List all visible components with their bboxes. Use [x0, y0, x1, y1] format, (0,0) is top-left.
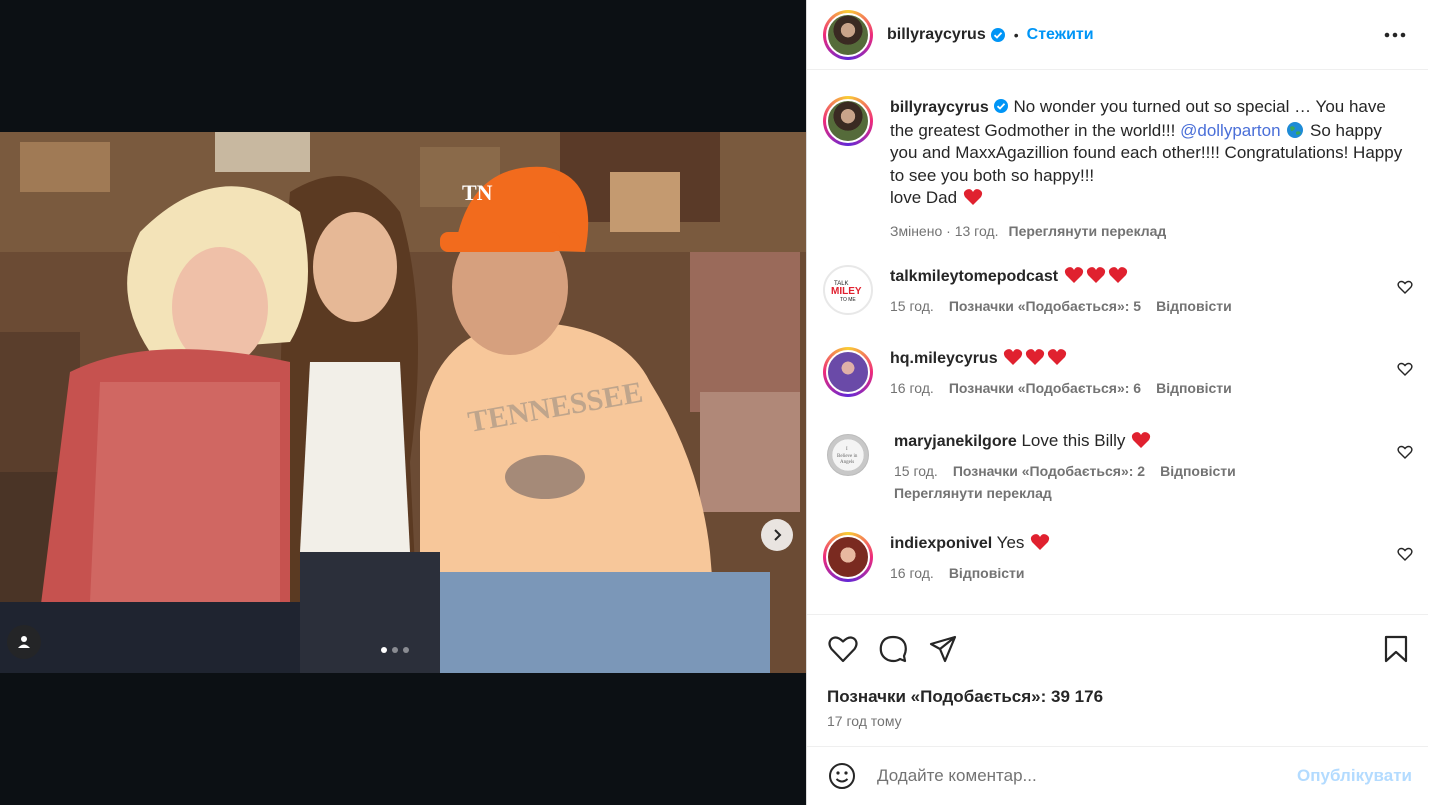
comment-item: I Believe in Angels maryjanekilgore Love…: [823, 430, 1413, 501]
comment-avatar[interactable]: I Believe in Angels: [827, 434, 869, 476]
reply-button[interactable]: Відповісти: [1160, 463, 1236, 479]
comment-likes[interactable]: Позначки «Подобається»: 6: [949, 380, 1141, 396]
comment-time: 15 год.: [894, 463, 938, 479]
media-panel: TN TENNESSEE: [0, 0, 806, 805]
comment-input[interactable]: [877, 766, 1277, 786]
heart-emoji-icon: [1031, 534, 1050, 550]
verified-icon: [993, 99, 1008, 113]
comment-time: 16 год.: [890, 565, 934, 581]
follow-button[interactable]: Стежити: [1027, 26, 1094, 44]
edited-label: Змінено: [890, 222, 943, 239]
svg-text:Believe in: Believe in: [837, 454, 858, 459]
verified-icon: [990, 27, 1005, 42]
reply-button[interactable]: Відповісти: [1156, 380, 1232, 396]
comment-likes[interactable]: Позначки «Подобається»: 2: [953, 463, 1145, 479]
separator: •: [1013, 26, 1019, 43]
comment-like-icon[interactable]: [1397, 444, 1413, 460]
comment-username[interactable]: maryjanekilgore: [894, 433, 1017, 450]
comment-item: indiexponivel Yes 16 год. Відповісти: [823, 532, 1413, 582]
heart-emoji-icon: [1004, 349, 1023, 365]
caption-author-avatar[interactable]: [823, 96, 873, 146]
comment-time: 16 год.: [890, 380, 934, 396]
chevron-right-icon: [774, 529, 782, 541]
author-username[interactable]: billyraycyrus: [887, 26, 986, 44]
carousel-dot: [392, 647, 398, 653]
heart-emoji-icon: [963, 189, 982, 206]
svg-text:Angels: Angels: [840, 460, 854, 465]
add-comment-bar: Опублікувати: [807, 746, 1428, 805]
heart-emoji-icon: [1064, 267, 1083, 283]
comment-text: Love this Billy: [1021, 431, 1126, 450]
user-tag-icon: [18, 636, 30, 648]
share-button[interactable]: [927, 633, 959, 665]
heart-emoji-icon: [1086, 267, 1105, 283]
caption-time: 13 год.: [954, 222, 999, 239]
bookmark-icon: [1384, 635, 1408, 663]
caption-text-3: love Dad: [890, 188, 958, 208]
see-translation-link[interactable]: Переглянути переклад: [894, 485, 1394, 501]
heart-icon: [828, 636, 858, 663]
comment-username[interactable]: hq.mileycyrus: [890, 350, 998, 367]
svg-text:TO ME: TO ME: [840, 297, 856, 303]
carousel-indicator: [381, 647, 409, 653]
save-button[interactable]: [1380, 633, 1412, 665]
like-button[interactable]: [827, 633, 859, 665]
post-photo[interactable]: TN TENNESSEE: [0, 132, 806, 673]
post-actions: Позначки «Подобається»: 39 176 17 год то…: [807, 614, 1428, 746]
comment-time: 15 год.: [890, 298, 934, 314]
comment-item: hq.mileycyrus 16 год. Позначки «Подобаєт…: [823, 347, 1413, 397]
comment-like-icon[interactable]: [1397, 279, 1413, 295]
see-translation-link[interactable]: Переглянути переклад: [1009, 220, 1167, 243]
emoji-button[interactable]: [827, 761, 857, 791]
more-options-button[interactable]: [1382, 22, 1408, 48]
caption-author[interactable]: billyraycyrus: [890, 99, 989, 116]
likes-count[interactable]: Позначки «Подобається»: 39 176: [827, 687, 1103, 707]
carousel-dot: [403, 647, 409, 653]
post-details-panel: billyraycyrus • Стежити billyraycyrus No…: [806, 0, 1429, 805]
post-caption: billyraycyrus No wonder you turned out s…: [823, 96, 1413, 243]
publish-button[interactable]: Опублікувати: [1297, 766, 1412, 786]
carousel-dot: [381, 647, 387, 653]
caption-mention[interactable]: @dollyparton: [1180, 121, 1280, 140]
share-icon: [929, 635, 957, 663]
author-avatar[interactable]: [823, 9, 873, 60]
emoji-icon: [829, 763, 855, 789]
reply-button[interactable]: Відповісти: [1156, 298, 1232, 314]
heart-emoji-icon: [1048, 349, 1067, 365]
comment-avatar[interactable]: TALK MILEY TO ME: [823, 265, 873, 315]
comment-icon: [879, 635, 907, 663]
comment-like-icon[interactable]: [1397, 361, 1413, 377]
angels-badge-icon: I Believe in Angels: [837, 447, 858, 465]
comment-username[interactable]: talkmileytomepodcast: [890, 268, 1058, 285]
next-slide-button[interactable]: [761, 519, 793, 551]
post-time: 17 год тому: [827, 713, 902, 729]
globe-icon: [1287, 121, 1304, 138]
heart-emoji-icon: [1026, 349, 1045, 365]
comment-button[interactable]: [877, 633, 909, 665]
more-icon: [1384, 32, 1406, 38]
post-header: billyraycyrus • Стежити: [807, 0, 1428, 70]
caption-meta: Змінено · 13 год. Переглянути переклад: [890, 220, 1413, 243]
svg-text:I: I: [846, 447, 848, 452]
reply-button[interactable]: Відповісти: [949, 565, 1025, 581]
cap-logo-text: TN: [462, 180, 493, 205]
svg-text:MILEY: MILEY: [831, 286, 862, 297]
comment-text: Yes: [996, 533, 1025, 552]
comment-avatar[interactable]: [823, 532, 873, 582]
comment-username[interactable]: indiexponivel: [890, 535, 992, 552]
user-tags-button[interactable]: [7, 625, 41, 659]
photo-illustration: TN TENNESSEE: [0, 132, 806, 673]
comment-item: TALK MILEY TO ME talkmileytomepodcast 15…: [823, 265, 1413, 315]
comment-likes[interactable]: Позначки «Подобається»: 5: [949, 298, 1141, 314]
heart-emoji-icon: [1132, 432, 1151, 448]
talkmiley-logo-icon: TALK MILEY TO ME: [831, 281, 862, 303]
heart-emoji-icon: [1108, 267, 1127, 283]
comment-avatar[interactable]: [823, 347, 873, 397]
comment-like-icon[interactable]: [1397, 546, 1413, 562]
